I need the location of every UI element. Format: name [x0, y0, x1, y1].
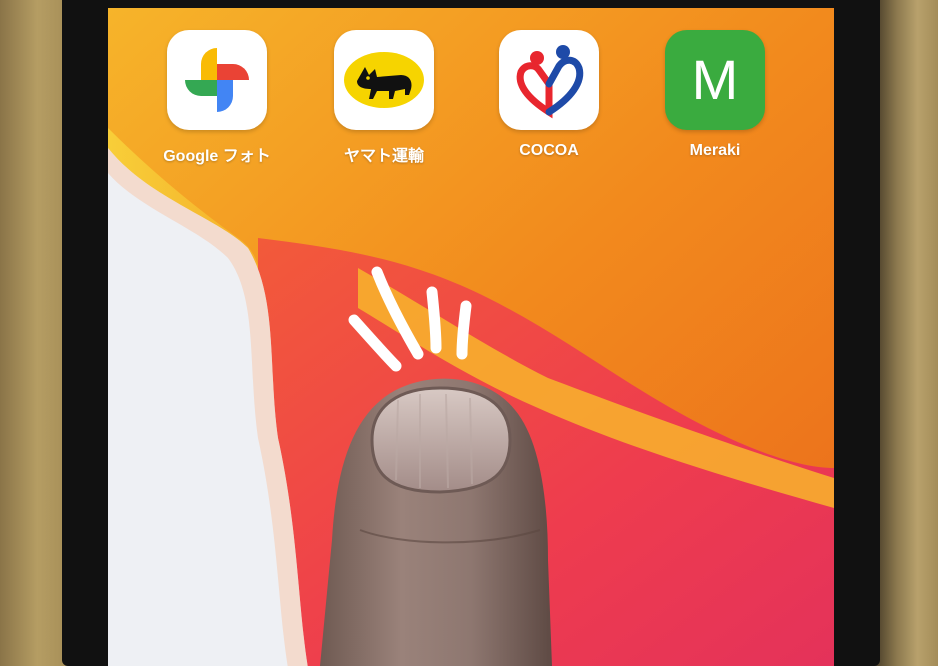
- photo-scene: Google フォト ヤマト運輸 COCOA M Meraki: [0, 0, 938, 666]
- tap-motion-lines: [348, 266, 472, 372]
